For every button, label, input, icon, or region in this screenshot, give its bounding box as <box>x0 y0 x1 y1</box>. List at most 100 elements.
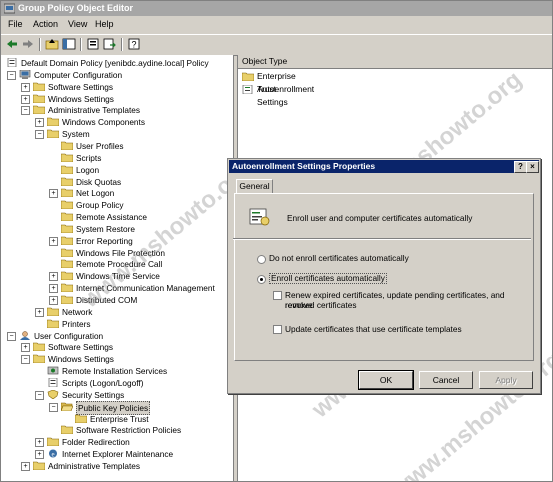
folder-icon <box>47 437 59 447</box>
expand-icon[interactable]: + <box>35 438 44 448</box>
folder-icon <box>47 307 59 316</box>
folder-icon <box>61 224 73 233</box>
expand-icon[interactable]: + <box>21 343 30 353</box>
expand-icon[interactable]: + <box>35 118 44 128</box>
title-bar[interactable]: Group Policy Object Editor <box>1 1 552 16</box>
folder-icon <box>61 200 73 210</box>
tree-item-label: Windows File Protection <box>76 247 165 258</box>
script-icon <box>48 377 58 387</box>
cancel-button[interactable]: Cancel <box>419 371 473 389</box>
tree-item-label: Error Reporting <box>76 235 133 246</box>
tree-item-label: Administrative Templates <box>48 460 141 471</box>
toolbar-separator <box>39 38 41 51</box>
collapse-icon[interactable]: − <box>35 390 44 400</box>
help-book-icon[interactable]: ? <box>127 37 141 51</box>
computer-icon <box>19 69 31 79</box>
expand-icon[interactable]: + <box>21 82 30 92</box>
back-arrow-icon[interactable] <box>5 37 19 51</box>
folder-icon <box>33 106 45 115</box>
expand-icon[interactable]: + <box>49 272 58 282</box>
tree-item-label: Group Policy <box>76 200 124 211</box>
dialog-title-bar[interactable]: Autoenrollment Settings Properties ? × <box>229 160 539 173</box>
folder-icon <box>61 248 73 257</box>
toolbar-separator <box>80 38 82 51</box>
tree-item-label: Software Restriction Policies <box>76 425 182 436</box>
tree-item-label: User Configuration <box>34 330 104 341</box>
column-header-object-type[interactable]: Object Type <box>238 55 552 69</box>
folder-icon <box>47 117 59 127</box>
expand-icon[interactable]: + <box>21 94 30 104</box>
folder-icon <box>61 425 73 435</box>
folder-icon <box>33 82 45 91</box>
tree-item-label: Windows Settings <box>48 354 114 365</box>
collapse-icon[interactable]: − <box>21 106 30 116</box>
tree-item-label: System <box>62 129 90 140</box>
folder-icon <box>33 94 45 103</box>
folder-icon <box>61 153 73 162</box>
expand-icon[interactable]: + <box>21 461 30 471</box>
checkbox-renew-expired-label-line2[interactable]: revoked certificates <box>285 300 356 310</box>
window-title: Group Policy Object Editor <box>18 3 134 13</box>
apply-button[interactable]: Apply <box>479 371 533 389</box>
radio-do-not-enroll-label[interactable]: Do not enroll certificates automatically <box>269 253 409 263</box>
policy-icon <box>7 58 17 67</box>
tree-item-label: Internet Communication Management <box>76 283 215 294</box>
dialog-separator <box>233 238 531 240</box>
checkbox-renew-expired[interactable] <box>273 291 282 300</box>
tree-item-label: Remote Procedure Call <box>76 259 163 270</box>
tree-item-label: Printers <box>62 318 91 329</box>
expand-icon[interactable]: + <box>35 450 44 460</box>
folder-icon <box>61 212 73 221</box>
tree-item-label: Administrative Templates <box>48 105 141 116</box>
folder-icon <box>242 72 254 81</box>
checkbox-update-templates-label[interactable]: Update certificates that use certificate… <box>285 324 462 334</box>
tree-item-label: Software Settings <box>48 81 114 92</box>
toolbar: ? <box>1 34 552 56</box>
expand-icon[interactable]: + <box>35 307 44 317</box>
tree-item-label: Windows Settings <box>48 93 114 104</box>
expand-icon[interactable]: + <box>49 236 58 246</box>
collapse-icon[interactable]: − <box>21 355 30 365</box>
menu-view[interactable]: View <box>68 19 87 29</box>
radio-enroll-automatically-label[interactable]: Enroll certificates automatically <box>269 273 387 284</box>
gpo-app-icon <box>4 3 15 14</box>
policy-tree[interactable]: Default Domain Policy [yenibdc.aydine.lo… <box>1 55 234 481</box>
tree-root-label: Default Domain Policy [yenibdc.aydine.lo… <box>21 58 209 68</box>
menu-action[interactable]: Action <box>33 19 58 29</box>
folder-icon <box>61 188 73 198</box>
collapse-icon[interactable]: − <box>49 402 58 412</box>
main-window: Group Policy Object Editor File Action V… <box>0 0 553 482</box>
properties-icon[interactable] <box>86 37 100 51</box>
up-folder-icon[interactable] <box>45 37 59 51</box>
tree-item-label: Scripts <box>76 152 102 163</box>
expand-icon[interactable]: + <box>49 284 58 294</box>
remote-install-icon <box>47 366 59 375</box>
folder-icon <box>47 129 59 139</box>
tab-general[interactable]: General <box>236 179 273 193</box>
collapse-icon[interactable]: − <box>7 70 16 80</box>
checkbox-update-templates[interactable] <box>273 325 282 334</box>
expand-icon[interactable]: + <box>49 189 58 199</box>
collapse-icon[interactable]: − <box>35 130 44 140</box>
expand-icon[interactable]: + <box>49 296 58 305</box>
settings-document-icon <box>242 85 253 94</box>
menu-help[interactable]: Help <box>95 19 114 29</box>
radio-do-not-enroll[interactable] <box>257 255 266 264</box>
certificate-settings-icon <box>249 208 270 226</box>
tree-item-label: Disk Quotas <box>76 176 122 187</box>
forward-arrow-icon[interactable] <box>21 37 35 51</box>
internet-explorer-icon: e <box>49 449 57 459</box>
export-list-icon[interactable] <box>102 37 116 51</box>
folder-icon <box>61 141 73 150</box>
menu-file[interactable]: File <box>8 19 23 29</box>
collapse-icon[interactable]: − <box>7 331 16 341</box>
tree-item-label: User Profiles <box>76 141 124 151</box>
dialog-close-button[interactable]: × <box>526 161 539 173</box>
general-tab-panel: Enroll user and computer certificates au… <box>233 193 534 361</box>
svg-text:e: e <box>51 451 54 459</box>
radio-enroll-automatically[interactable] <box>257 275 266 284</box>
ok-button[interactable]: OK <box>358 370 414 390</box>
show-hide-tree-icon[interactable] <box>62 37 76 51</box>
dialog-description: Enroll user and computer certificates au… <box>287 213 473 223</box>
tree-item-label: Windows Time Service <box>76 271 160 282</box>
